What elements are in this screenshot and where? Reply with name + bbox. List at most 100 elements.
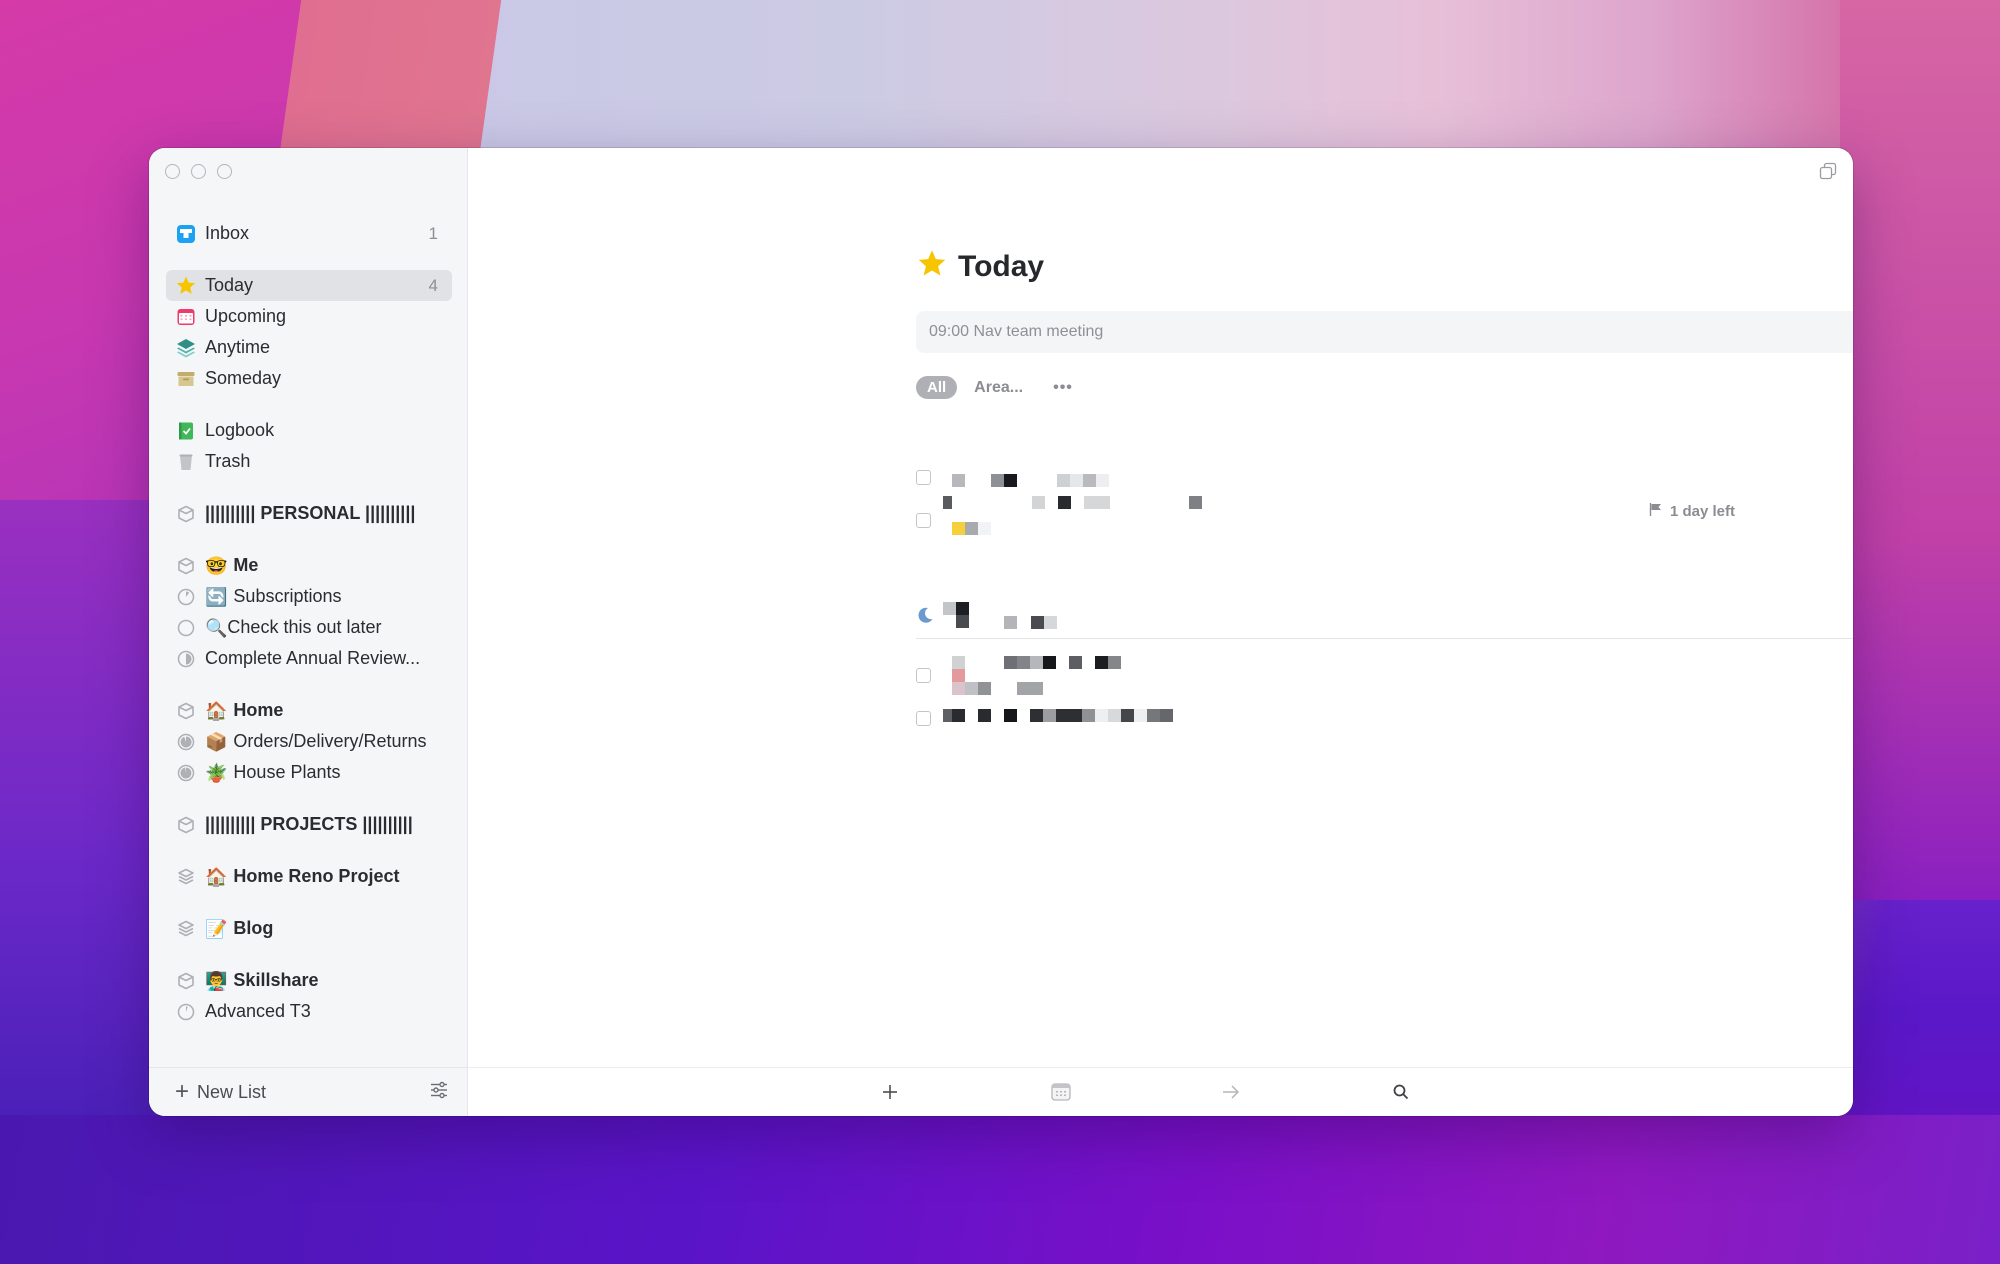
sidebar-area-projects[interactable]: |||||||||| PROJECTS |||||||||| xyxy=(166,809,452,840)
todo-item[interactable] xyxy=(916,470,931,485)
sidebar: Inbox 1 Today 4 Upcoming Anytime Someday… xyxy=(149,148,468,1116)
area-cube-icon xyxy=(175,700,197,722)
sidebar-area-blog[interactable]: 📝 Blog xyxy=(166,913,452,944)
todo-checkbox[interactable] xyxy=(916,470,931,485)
todo-tag-redacted xyxy=(952,656,965,695)
project-progress-icon xyxy=(175,731,197,753)
project-progress-icon xyxy=(175,617,197,639)
sidebar-item-label: Today xyxy=(205,275,254,295)
plus-icon: + xyxy=(175,1078,190,1105)
sidebar-item-label: Check this out later xyxy=(227,617,382,637)
logbook-icon xyxy=(175,420,197,442)
sidebar-item-someday[interactable]: Someday xyxy=(166,363,452,394)
calendar-icon[interactable] xyxy=(1049,1080,1073,1104)
sidebar-area-personal[interactable]: |||||||||| PERSONAL |||||||||| xyxy=(166,498,452,529)
close-button[interactable] xyxy=(165,164,180,179)
area-cube-icon xyxy=(175,970,197,992)
archive-box-icon xyxy=(175,368,197,390)
plus-icon[interactable] xyxy=(878,1080,902,1104)
project-progress-icon xyxy=(175,648,197,670)
sidebar-item-label: Anytime xyxy=(205,337,271,357)
sidebar-item-label: Complete Annual Review... xyxy=(205,648,421,668)
section-divider xyxy=(916,638,1853,639)
desktop-wallpaper xyxy=(278,0,502,160)
sidebar-item-label: |||||||||| PROJECTS |||||||||| xyxy=(205,814,413,834)
inbox-tray-icon xyxy=(175,223,197,245)
sidebar-project-check-later[interactable]: 🔍 Check this out later xyxy=(166,612,452,643)
search-icon[interactable] xyxy=(1389,1080,1413,1104)
project-progress-icon xyxy=(175,1001,197,1023)
todo-checkbox[interactable] xyxy=(916,711,931,726)
sidebar-area-skillshare[interactable]: 👨‍🏫 Skillshare xyxy=(166,965,452,996)
todo-tag-redacted xyxy=(952,522,991,535)
new-list-button[interactable]: + New List xyxy=(175,1080,429,1104)
sidebar-item-label: Skillshare xyxy=(233,970,319,990)
minimize-button[interactable] xyxy=(191,164,206,179)
calendar-event-text: 09:00 Nav team meeting xyxy=(929,323,1104,340)
moon-icon xyxy=(916,606,934,629)
sidebar-item-logbook[interactable]: Logbook xyxy=(166,415,452,446)
app-window: Inbox 1 Today 4 Upcoming Anytime Someday… xyxy=(149,148,1853,1116)
project-progress-icon xyxy=(175,586,197,608)
todo-title-redacted xyxy=(943,496,1202,509)
sidebar-footer: + New List xyxy=(149,1067,467,1116)
sidebar-item-label: Advanced T3 xyxy=(205,1001,311,1021)
todo-title-redacted xyxy=(952,474,1109,487)
todo-item[interactable] xyxy=(916,668,931,683)
house-emoji: 🏠 xyxy=(205,700,228,721)
page-header: Today xyxy=(916,248,1044,285)
calendar-event[interactable]: 09:00 Nav team meeting xyxy=(916,311,1853,353)
star-icon xyxy=(916,248,948,285)
sidebar-project-house-plants[interactable]: 🪴 House Plants xyxy=(166,757,452,788)
desktop-wallpaper xyxy=(1840,0,2000,900)
tag-filter-bar: All Area... ••• xyxy=(916,376,1073,399)
sidebar-item-inbox[interactable]: Inbox 1 xyxy=(166,218,452,249)
star-icon xyxy=(175,275,197,297)
sidebar-nav: Inbox 1 Today 4 Upcoming Anytime Someday… xyxy=(166,218,452,1027)
area-stack-icon xyxy=(175,918,197,940)
todo-title-redacted xyxy=(965,682,1043,695)
sidebar-item-today[interactable]: Today 4 xyxy=(166,270,452,301)
arrow-right-icon[interactable] xyxy=(1219,1080,1243,1104)
sidebar-item-label: Home xyxy=(233,700,284,720)
zoom-button[interactable] xyxy=(217,164,232,179)
deadline-badge: 1 day left xyxy=(1649,502,1735,521)
evening-section-header[interactable] xyxy=(916,606,934,629)
area-stack-icon xyxy=(175,866,197,888)
page-title: Today xyxy=(958,249,1045,283)
window-restore-icon[interactable] xyxy=(1819,162,1837,185)
sidebar-project-orders[interactable]: 📦 Orders/Delivery/Returns xyxy=(166,726,452,757)
sidebar-item-trash[interactable]: Trash xyxy=(166,446,452,477)
project-progress-icon xyxy=(175,762,197,784)
area-cube-icon xyxy=(175,555,197,577)
todo-checkbox[interactable] xyxy=(916,668,931,683)
todo-item[interactable] xyxy=(916,513,931,528)
filter-area[interactable]: Area... xyxy=(974,379,1023,397)
sidebar-area-home-reno[interactable]: 🏠 Home Reno Project xyxy=(166,861,452,892)
filter-all[interactable]: All xyxy=(916,376,958,399)
sidebar-item-anytime[interactable]: Anytime xyxy=(166,332,452,363)
sidebar-item-label: Home Reno Project xyxy=(233,866,400,886)
sidebar-area-me[interactable]: 🤓 Me xyxy=(166,550,452,581)
sidebar-item-label: Inbox xyxy=(205,223,250,243)
sidebar-project-annual-review[interactable]: Complete Annual Review... xyxy=(166,643,452,674)
todo-checkbox[interactable] xyxy=(916,513,931,528)
desktop-wallpaper xyxy=(0,1115,2000,1264)
deadline-text: 1 day left xyxy=(1669,503,1735,520)
sliders-icon[interactable] xyxy=(429,1080,449,1105)
sidebar-area-home[interactable]: 🏠 Home xyxy=(166,695,452,726)
todo-item[interactable] xyxy=(916,711,931,726)
sidebar-item-upcoming[interactable]: Upcoming xyxy=(166,301,452,332)
todo-title-redacted xyxy=(943,709,1173,722)
package-emoji: 📦 xyxy=(205,731,228,752)
sidebar-item-label: Subscriptions xyxy=(233,586,342,606)
area-cube-icon xyxy=(175,503,197,525)
sidebar-item-label: Blog xyxy=(233,918,274,938)
sidebar-item-label: Orders/Delivery/Returns xyxy=(233,731,427,751)
filter-more-button[interactable]: ••• xyxy=(1053,379,1073,397)
sidebar-project-advanced-t3[interactable]: Advanced T3 xyxy=(166,996,452,1027)
potted-plant-emoji: 🪴 xyxy=(205,762,228,783)
sidebar-item-label: |||||||||| PERSONAL |||||||||| xyxy=(205,503,416,523)
sidebar-item-label: Upcoming xyxy=(205,306,287,326)
sidebar-project-subscriptions[interactable]: 🔄 Subscriptions xyxy=(166,581,452,612)
